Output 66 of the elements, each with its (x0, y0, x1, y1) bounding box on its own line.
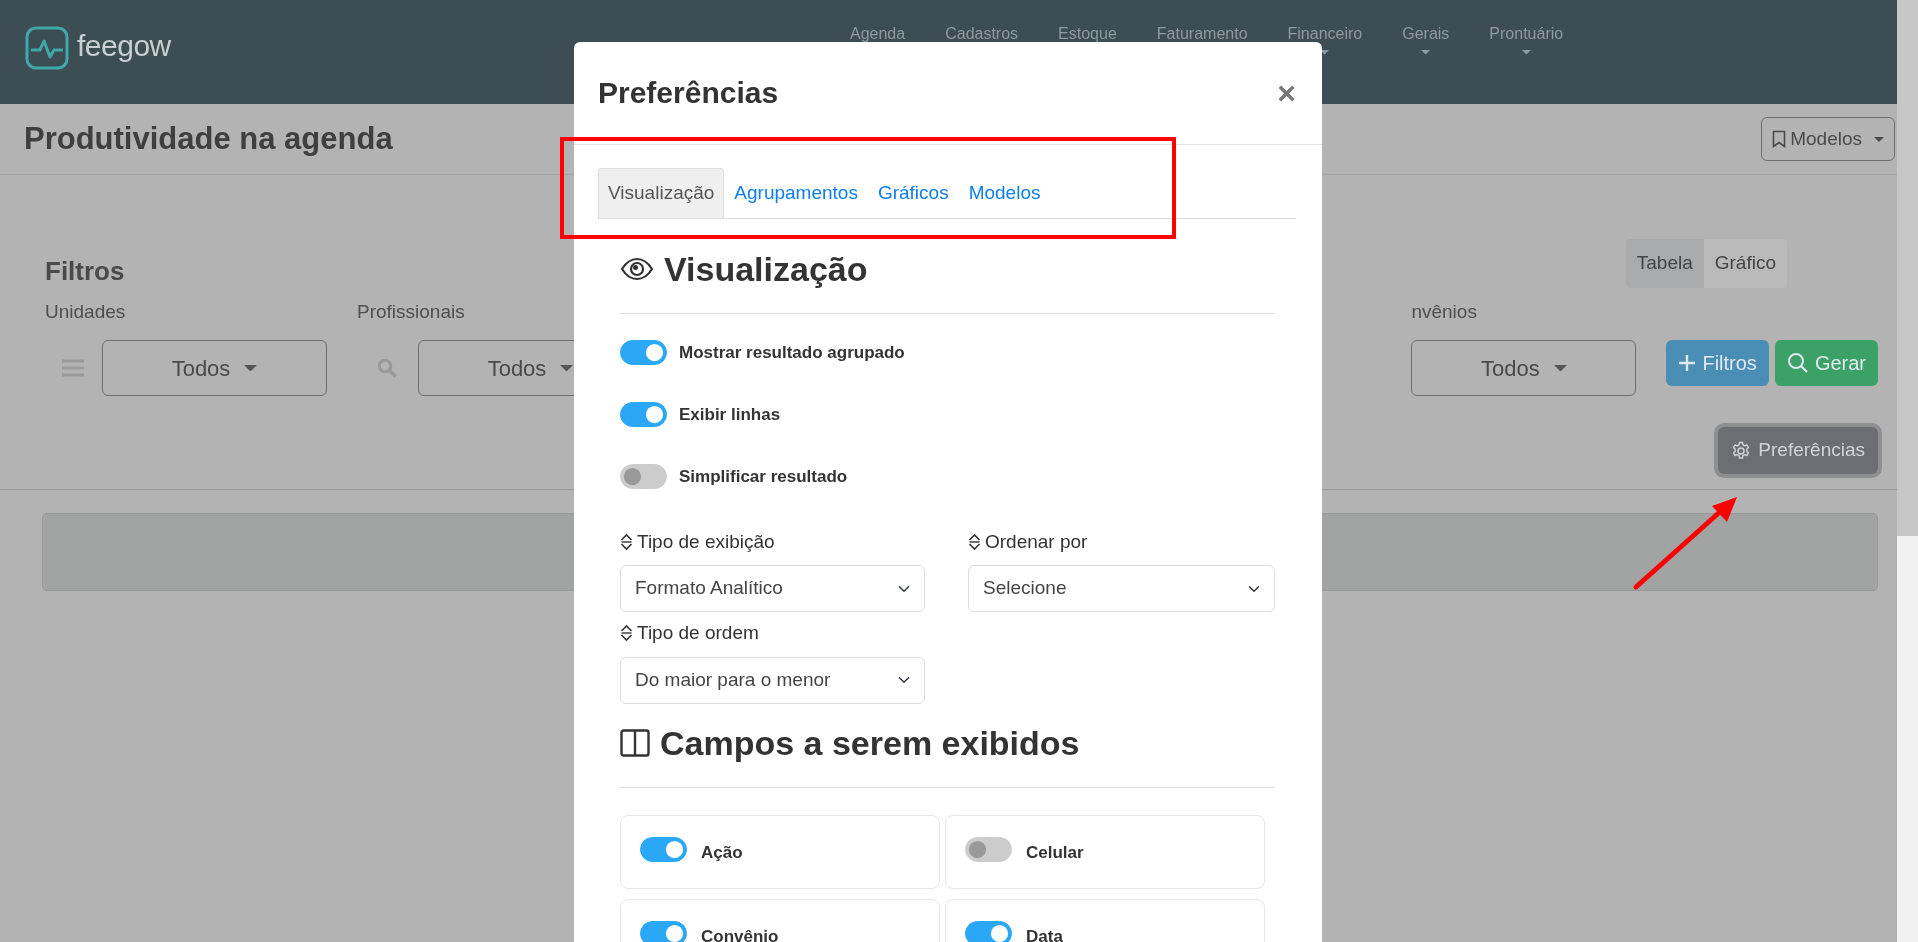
section-title: Visualização (664, 248, 868, 290)
dropdown-button[interactable]: Todos (1411, 340, 1637, 396)
logo-icon (25, 26, 69, 70)
menu-item[interactable]: Gerais (1402, 24, 1450, 44)
select-field[interactable]: Selecione (968, 565, 1275, 612)
gear-icon (1731, 440, 1752, 461)
field-label: Ação (701, 841, 743, 864)
select-field[interactable]: Do maior para o menor (620, 656, 925, 704)
models-button[interactable]: Modelos (1761, 117, 1895, 161)
logo-text: feegow (77, 28, 171, 64)
dropdown-button[interactable]: Todos (102, 340, 327, 396)
select-field[interactable]: Formato Analítico (620, 565, 925, 612)
section-title: Campos a serem exibidos (660, 722, 1080, 764)
field-label: Convênio (701, 925, 779, 942)
plus-icon (1678, 354, 1697, 372)
dialog-tab[interactable]: Modelos (958, 168, 1051, 218)
filter-label: Unidades (45, 299, 127, 324)
search-icon (1786, 352, 1809, 374)
select-label: Ordenar por (985, 529, 1088, 554)
toggle-switch[interactable] (965, 836, 1012, 862)
menu-item[interactable]: Faturamento (1156, 24, 1248, 44)
toggle-label: Simplificar resultado (679, 465, 848, 488)
toggle-switch[interactable] (620, 464, 667, 489)
menu-item[interactable]: Estoque (1058, 24, 1117, 44)
dialog-title: Preferências (598, 75, 779, 111)
scrollbar-thumb[interactable] (1897, 0, 1918, 536)
toggle-label: Exibir linhas (679, 403, 781, 426)
eye-icon (620, 257, 654, 281)
menu-item[interactable]: Cadastros (945, 24, 1019, 44)
filter-label: Profissionais (357, 299, 466, 324)
sort-icon (620, 624, 633, 643)
sort-icon (968, 532, 981, 551)
dialog-tab[interactable]: Agrupamentos (724, 168, 868, 218)
search-icon (377, 358, 397, 378)
view-tab[interactable]: Tabela (1625, 239, 1704, 288)
sort-icon (620, 532, 633, 551)
field-label: Data (1026, 925, 1063, 942)
close-button[interactable]: × (1275, 77, 1298, 109)
menu-item[interactable]: Prontuário (1489, 24, 1564, 44)
field-label: Celular (1026, 841, 1084, 864)
caret-icon (1874, 136, 1884, 142)
caret-icon (1553, 364, 1567, 372)
caret-icon (560, 364, 574, 372)
page-title: Produtividade na agenda (24, 120, 393, 158)
bookmark-icon (1772, 130, 1787, 148)
toggle-switch[interactable] (620, 402, 667, 427)
menu-item[interactable]: Agenda (850, 24, 906, 44)
columns-icon (620, 729, 650, 757)
scrollbar[interactable] (1897, 0, 1918, 942)
filter-label: nvênios (1411, 299, 1478, 324)
list-icon (62, 358, 84, 378)
caret-icon (244, 364, 258, 372)
select-label: Tipo de ordem (637, 621, 759, 645)
view-tab[interactable]: Gráfico (1703, 239, 1787, 288)
toggle-switch[interactable] (965, 920, 1012, 942)
dialog-tab[interactable]: Visualização (598, 168, 725, 218)
dialog-tab[interactable]: Gráficos (867, 168, 959, 218)
toggle-switch[interactable] (640, 836, 687, 862)
filters-title: Filtros (45, 256, 125, 288)
toggle-switch[interactable] (620, 340, 667, 365)
toggle-label: Mostrar resultado agrupado (679, 341, 905, 364)
add-filters-button[interactable]: Filtros (1666, 340, 1769, 386)
toggle-switch[interactable] (640, 920, 687, 942)
menu-item[interactable]: Financeiro (1287, 24, 1363, 44)
select-label: Tipo de exibição (637, 529, 775, 554)
generate-button[interactable]: Gerar (1774, 340, 1878, 386)
